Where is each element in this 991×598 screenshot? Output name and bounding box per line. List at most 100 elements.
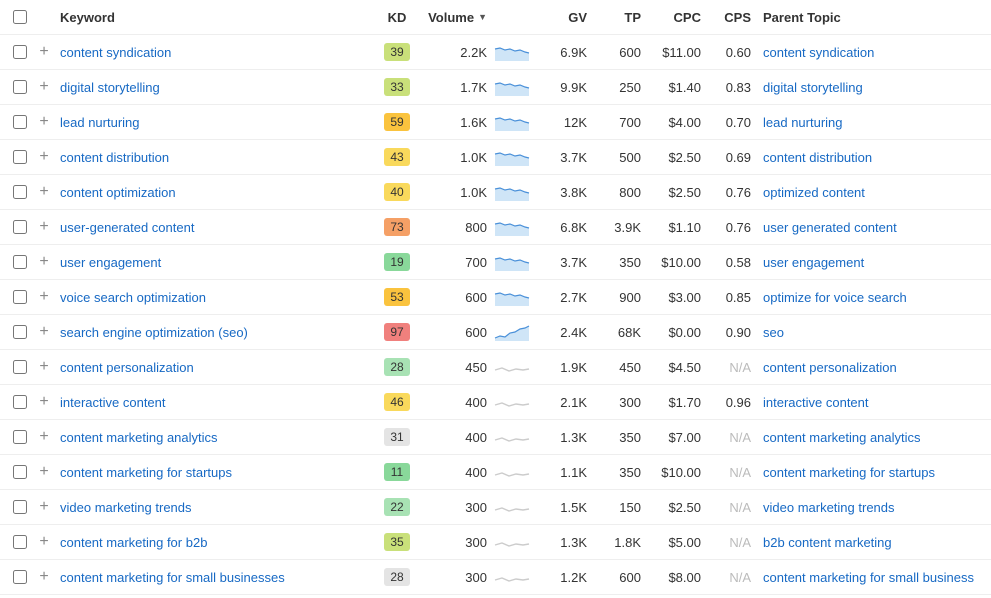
header-gv[interactable]: GV [533, 10, 587, 25]
parent-topic-link[interactable]: content syndication [763, 45, 874, 60]
row-select-cell [8, 465, 32, 479]
keyword-link[interactable]: voice search optimization [60, 290, 206, 305]
plus-icon: + [39, 428, 48, 446]
parent-topic-link[interactable]: seo [763, 325, 784, 340]
header-cpc[interactable]: CPC [641, 10, 701, 25]
expand-row-button[interactable]: + [32, 218, 56, 236]
keyword-link[interactable]: video marketing trends [60, 500, 192, 515]
cpc-cell: $11.00 [641, 45, 701, 60]
parent-topic-link[interactable]: lead nurturing [763, 115, 843, 130]
expand-row-button[interactable]: + [32, 533, 56, 551]
cps-cell: N/A [701, 465, 751, 480]
parent-topic-link[interactable]: digital storytelling [763, 80, 863, 95]
kd-cell: 33 [373, 78, 421, 96]
parent-cell: content marketing for small business [751, 570, 983, 585]
parent-topic-link[interactable]: content marketing for startups [763, 465, 935, 480]
keyword-link[interactable]: content marketing for startups [60, 465, 232, 480]
table-row: +user-generated content738006.8K3.9K$1.1… [0, 210, 991, 245]
expand-row-button[interactable]: + [32, 428, 56, 446]
row-checkbox[interactable] [13, 430, 27, 444]
parent-topic-link[interactable]: content marketing analytics [763, 430, 921, 445]
row-checkbox[interactable] [13, 500, 27, 514]
keyword-link[interactable]: user-generated content [60, 220, 194, 235]
cpc-cell: $0.00 [641, 325, 701, 340]
cpc-cell: $4.50 [641, 360, 701, 375]
keyword-link[interactable]: content syndication [60, 45, 171, 60]
parent-topic-link[interactable]: content personalization [763, 360, 897, 375]
row-checkbox[interactable] [13, 45, 27, 59]
expand-row-button[interactable]: + [32, 113, 56, 131]
expand-row-button[interactable]: + [32, 148, 56, 166]
keyword-link[interactable]: content marketing for b2b [60, 535, 207, 550]
keyword-cell: interactive content [56, 395, 373, 410]
parent-topic-link[interactable]: user generated content [763, 220, 897, 235]
parent-topic-link[interactable]: content marketing for small business [763, 570, 974, 585]
expand-row-button[interactable]: + [32, 498, 56, 516]
gv-cell: 6.8K [533, 220, 587, 235]
row-checkbox[interactable] [13, 465, 27, 479]
header-keyword[interactable]: Keyword [56, 10, 373, 25]
header-parent[interactable]: Parent Topic [751, 10, 983, 25]
row-checkbox[interactable] [13, 535, 27, 549]
keyword-cell: voice search optimization [56, 290, 373, 305]
parent-topic-link[interactable]: content distribution [763, 150, 872, 165]
cps-cell: N/A [701, 570, 751, 585]
expand-row-button[interactable]: + [32, 568, 56, 586]
keyword-cell: user-generated content [56, 220, 373, 235]
keyword-link[interactable]: search engine optimization (seo) [60, 325, 248, 340]
volume-cell: 450 [421, 360, 491, 375]
expand-row-button[interactable]: + [32, 183, 56, 201]
keyword-link[interactable]: digital storytelling [60, 80, 160, 95]
expand-row-button[interactable]: + [32, 253, 56, 271]
row-checkbox[interactable] [13, 115, 27, 129]
row-checkbox[interactable] [13, 360, 27, 374]
trend-sparkline [491, 113, 533, 131]
kd-cell: 40 [373, 183, 421, 201]
row-select-cell [8, 115, 32, 129]
parent-topic-link[interactable]: video marketing trends [763, 500, 895, 515]
row-checkbox[interactable] [13, 255, 27, 269]
parent-topic-link[interactable]: optimize for voice search [763, 290, 907, 305]
expand-row-button[interactable]: + [32, 78, 56, 96]
row-checkbox[interactable] [13, 150, 27, 164]
keyword-link[interactable]: interactive content [60, 395, 166, 410]
cpc-cell: $2.50 [641, 150, 701, 165]
row-checkbox[interactable] [13, 220, 27, 234]
keyword-link[interactable]: content distribution [60, 150, 169, 165]
keyword-link[interactable]: content marketing analytics [60, 430, 218, 445]
header-cps[interactable]: CPS [701, 10, 751, 25]
header-volume[interactable]: Volume ▼ [421, 10, 491, 25]
expand-row-button[interactable]: + [32, 288, 56, 306]
keyword-link[interactable]: user engagement [60, 255, 161, 270]
expand-row-button[interactable]: + [32, 358, 56, 376]
header-kd[interactable]: KD [373, 10, 421, 25]
expand-row-button[interactable]: + [32, 323, 56, 341]
volume-cell: 300 [421, 500, 491, 515]
cpc-cell: $2.50 [641, 500, 701, 515]
header-tp[interactable]: TP [587, 10, 641, 25]
row-checkbox[interactable] [13, 395, 27, 409]
expand-row-button[interactable]: + [32, 463, 56, 481]
keyword-link[interactable]: content personalization [60, 360, 194, 375]
tp-cell: 68K [587, 325, 641, 340]
cps-cell: 0.83 [701, 80, 751, 95]
keyword-link[interactable]: lead nurturing [60, 115, 140, 130]
expand-row-button[interactable]: + [32, 43, 56, 61]
parent-cell: user generated content [751, 220, 983, 235]
parent-topic-link[interactable]: interactive content [763, 395, 869, 410]
row-checkbox[interactable] [13, 290, 27, 304]
select-all-checkbox[interactable] [13, 10, 27, 24]
row-checkbox[interactable] [13, 325, 27, 339]
row-checkbox[interactable] [13, 80, 27, 94]
row-checkbox[interactable] [13, 185, 27, 199]
parent-topic-link[interactable]: user engagement [763, 255, 864, 270]
parent-topic-link[interactable]: optimized content [763, 185, 865, 200]
expand-row-button[interactable]: + [32, 393, 56, 411]
keyword-link[interactable]: content marketing for small businesses [60, 570, 285, 585]
kd-badge: 33 [384, 78, 410, 96]
parent-cell: video marketing trends [751, 500, 983, 515]
parent-topic-link[interactable]: b2b content marketing [763, 535, 892, 550]
row-checkbox[interactable] [13, 570, 27, 584]
plus-icon: + [39, 358, 48, 376]
keyword-link[interactable]: content optimization [60, 185, 176, 200]
